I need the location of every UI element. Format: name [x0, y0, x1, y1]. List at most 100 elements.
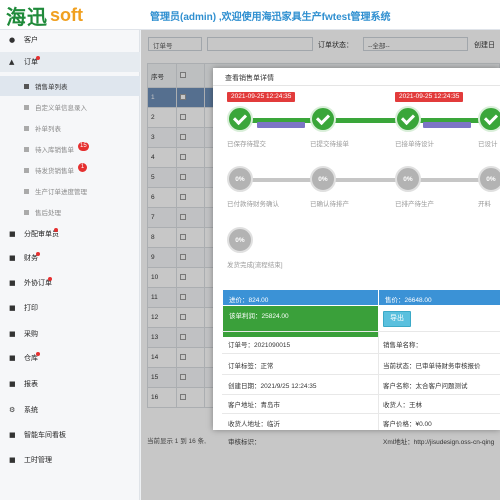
sidebar-item-supplement-list[interactable]: 补单列表	[0, 118, 140, 138]
doc-icon	[24, 125, 29, 131]
step-node-pending: 0%	[227, 227, 253, 253]
sidebar-item-order[interactable]: ▲ 订单	[0, 52, 140, 72]
step-label: 已接单待设计	[395, 141, 434, 148]
step-label: 已保存待提交	[227, 141, 266, 148]
detail-created-date: 创建日期：2021/9/25 12:24:35	[228, 383, 317, 390]
notification-dot	[36, 252, 40, 256]
step-node-pending: 0%	[478, 166, 500, 192]
sidebar-item-print[interactable]: ■ 打印	[0, 298, 140, 318]
divider	[222, 374, 500, 375]
doc-icon	[24, 104, 29, 110]
detail-customer-address: 客户地址：青岛市	[228, 402, 280, 409]
sidebar-item-label: 工时管理	[24, 457, 52, 464]
sidebar-item-label: 报表	[24, 381, 38, 388]
sidebar-item-production-progress[interactable]: 生产订单进度管理	[0, 181, 140, 201]
sidebar-item-purchase[interactable]: ■ 采购	[0, 324, 140, 344]
divider	[222, 353, 500, 354]
sidebar-item-warehouse[interactable]: ■ 仓库	[0, 348, 140, 368]
divider	[222, 413, 500, 414]
divider	[222, 331, 500, 332]
detail-customer-name: 客户名称：太合客户问题测试	[383, 383, 468, 390]
sidebar-item-workshop-board[interactable]: ■ 智能车间看板	[0, 425, 140, 445]
sidebar-item-assign-reviewer[interactable]: ■ 分配审单员	[0, 224, 140, 244]
step-label: 已设计	[478, 141, 498, 148]
cart-icon: ▲	[9, 58, 15, 66]
step-label: 开料	[478, 201, 491, 208]
sidebar-item-after-sales[interactable]: 售后处理	[0, 202, 140, 222]
notification-dot	[54, 228, 58, 232]
sidebar-item-label: 自定义单信息录入	[35, 105, 87, 112]
step-label: 已付款待财务确认	[227, 201, 279, 208]
app-logo: 海迅 soft	[6, 2, 83, 29]
logo-chinese-text: 海迅	[6, 4, 48, 29]
sidebar-item-label: 智能车间看板	[24, 432, 66, 439]
step-date-badge: 2021-09-25 12:24:35	[395, 92, 464, 102]
sidebar-item-label: 打印	[24, 305, 38, 312]
print-icon: ■	[9, 304, 16, 312]
step-node-pending: 0%	[395, 166, 421, 192]
sidebar-item-label: 生产订单进度管理	[35, 189, 87, 196]
progress-duration-bar	[257, 122, 305, 128]
progress-track	[239, 178, 500, 182]
step-node-done	[227, 106, 253, 132]
step-date-badge: 2021-09-25 12:24:35	[227, 92, 296, 102]
detail-xml-url: Xml地址：http://jisudesign.oss-cn-qing	[383, 439, 495, 446]
sidebar-item-label: 售后处理	[35, 210, 61, 217]
sidebar-nav: ● 客户 ▲ 订单 销售单列表 自定义单信息录入 补单列表 待入库销售单 15 …	[0, 30, 140, 500]
external-icon: ■	[9, 279, 16, 287]
progress-duration-bar	[423, 122, 471, 128]
sidebar-item-system[interactable]: ⚙ 系统	[0, 400, 140, 420]
purchase-icon: ■	[9, 330, 16, 338]
sidebar-item-label: 销售单列表	[35, 84, 68, 91]
doc-icon	[24, 146, 29, 152]
warehouse-icon: ■	[9, 354, 16, 362]
check-icon	[232, 110, 248, 125]
detail-receiver-address: 收货人地址：临沂	[228, 421, 280, 428]
sidebar-item-pending-inbound[interactable]: 待入库销售单 15	[0, 139, 140, 159]
check-icon	[483, 110, 499, 125]
sidebar-item-label: 客户	[24, 37, 38, 44]
step-node-done	[310, 106, 336, 132]
modal-title: 查看销售单详情	[213, 68, 500, 86]
detail-sales-name: 销售单名称：	[383, 342, 422, 349]
order-profit: 该单利润：25824.00	[223, 306, 378, 337]
notification-dot	[48, 277, 52, 281]
step-label: 已确认待排产	[310, 201, 349, 208]
detail-order-tag: 订单标签：正常	[228, 363, 274, 370]
welcome-title: 管理员(admin) ,欢迎使用海迅家具生产fwtest管理系统	[150, 12, 391, 23]
check-icon	[315, 110, 331, 125]
step-node-pending: 0%	[310, 166, 336, 192]
sidebar-item-label: 系统	[24, 407, 38, 414]
sidebar-item-work-hours[interactable]: ■ 工时管理	[0, 450, 140, 470]
dashboard-icon: ■	[9, 431, 16, 439]
sidebar-item-finance[interactable]: ■ 财务	[0, 248, 140, 268]
export-button[interactable]: 导出	[383, 311, 411, 327]
detail-current-status: 当前状态：已审单待财务审核报价	[383, 363, 481, 370]
step-label: 已提交待接单	[310, 141, 349, 148]
top-header: 海迅 soft 管理员(admin) ,欢迎使用海迅家具生产fwtest管理系统	[0, 0, 500, 30]
sidebar-item-customer[interactable]: ● 客户	[0, 30, 140, 50]
step-label: 已排产待生产	[395, 201, 434, 208]
gear-icon: ⚙	[9, 406, 16, 414]
notification-dot	[36, 352, 40, 356]
report-icon: ■	[9, 380, 16, 388]
logo-english-text: soft	[50, 4, 83, 25]
sale-price: 售价：26648.00	[379, 290, 500, 305]
sidebar-item-label: 待发货销售单	[35, 168, 74, 175]
doc-icon	[24, 167, 29, 173]
detail-receiver: 收货人：王林	[383, 402, 422, 409]
sidebar-item-reports[interactable]: ■ 报表	[0, 374, 140, 394]
count-badge: 1	[78, 163, 87, 172]
clock-icon: ■	[9, 456, 16, 464]
check-icon	[400, 110, 416, 125]
sidebar-item-pending-shipment[interactable]: 待发货销售单 1	[0, 160, 140, 180]
detail-order-no: 订单号：2021090015	[228, 342, 291, 349]
sidebar-item-external-orders[interactable]: ■ 外协订单	[0, 273, 140, 293]
doc-icon	[24, 209, 29, 215]
finance-icon: ■	[9, 254, 16, 262]
step-node-pending: 0%	[227, 166, 253, 192]
detail-review-mark: 审核标识：	[228, 439, 261, 446]
sidebar-item-custom-entry[interactable]: 自定义单信息录入	[0, 97, 140, 117]
sidebar-item-sales-list[interactable]: 销售单列表	[0, 76, 140, 96]
purchase-price: 进价：824.00	[223, 290, 378, 305]
